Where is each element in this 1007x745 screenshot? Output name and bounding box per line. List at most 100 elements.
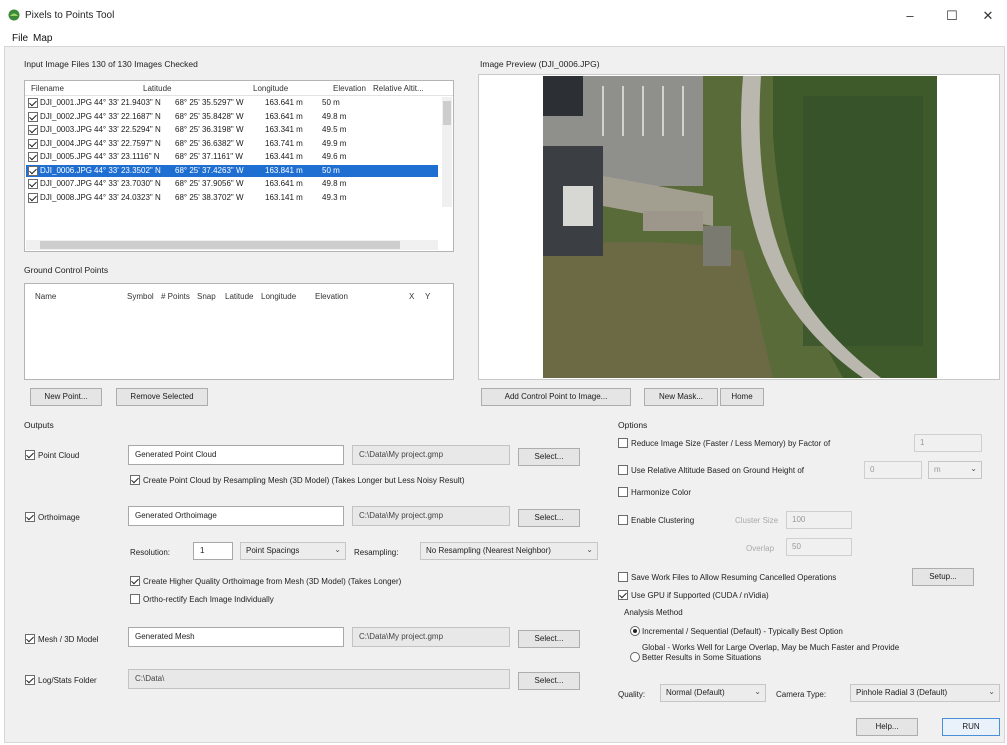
table-row[interactable]: DJI_0002.JPG 44° 33' 22.1687" N 68° 25' 35… [26,111,438,123]
orthoimage-label: Orthoimage [38,513,80,522]
row-checkbox[interactable] [28,179,38,189]
cell-lat: 44° 33' 22.5294" N [94,125,161,134]
cell-file: DJI_0007.JPG [40,179,93,188]
new-point-button[interactable]: New Point... [30,388,102,406]
row-checkbox[interactable] [28,125,38,135]
gcp-col-latitude[interactable]: Latitude [225,292,253,301]
row-checkbox[interactable] [28,192,38,203]
harmonize-color-label: Harmonize Color [631,488,692,497]
col-filename[interactable]: Filename [31,84,64,93]
row-checkbox[interactable] [28,111,38,122]
table-row[interactable]: DJI_0005.JPG 44° 33' 23.1116" N 68° 25' 37… [26,151,438,163]
use-gpu-checkbox[interactable] [618,590,628,600]
table-row[interactable]: DJI_0004.JPG 44° 33' 22.7597" N 68° 25' 36… [26,138,438,150]
minimize-button[interactable]: – [898,6,922,26]
maximize-button[interactable]: ☐ [940,6,964,26]
outputs-label: Outputs [24,420,54,430]
ground-height-input[interactable]: 0 [864,461,922,479]
point-cloud-name-field[interactable]: Generated Point Cloud [128,445,344,465]
options-label: Options [618,420,648,430]
log-folder-checkbox[interactable] [25,675,35,685]
col-latitude[interactable]: Latitude [143,84,171,93]
gcp-col-snap[interactable]: Snap [197,292,216,301]
gcp-col-elevation[interactable]: Elevation [315,292,348,301]
menu-bar [0,30,1007,46]
gcp-col-symbol[interactable]: Symbol [127,292,154,301]
spacing-value: Point Spacings [246,546,300,555]
cell-rel: 49.8 m [322,111,347,121]
table-row[interactable]: DJI_0001.JPG 44° 33' 21.9403" N 68° 25' 35… [26,97,438,109]
setup-button[interactable]: Setup... [912,568,974,586]
cell-lat: 44° 33' 21.9403" N [94,98,161,107]
help-button[interactable]: Help... [856,718,918,736]
mesh-name-field[interactable]: Generated Mesh [128,627,344,647]
cell-rel: 50 m [322,165,340,175]
global-radio[interactable] [630,652,640,662]
point-cloud-select-button[interactable]: Select... [518,448,580,466]
gcp-col-y[interactable]: Y [425,292,430,301]
table-row[interactable]: DJI_0006.JPG 44° 33' 23.3502" N 68° 25' 37… [26,164,438,177]
incremental-radio[interactable] [630,626,640,636]
cell-elev: 163.641 m [265,179,303,188]
cell-rel: 49.5 m [322,125,347,134]
cluster-size-input[interactable]: 100 [786,511,852,529]
cell-file: DJI_0004.JPG [40,138,93,148]
gcp-table[interactable]: Name Symbol # Points Snap Latitude Longi… [24,283,454,380]
orthoimage-checkbox[interactable] [25,512,35,522]
table-row[interactable]: DJI_0008.JPG 44° 33' 24.0323" N 68° 25' 38… [26,192,438,204]
enable-clustering-checkbox[interactable] [618,515,628,525]
home-button[interactable]: Home [720,388,764,406]
spacing-select[interactable]: Point Spacings ⌄ [240,542,346,560]
row-checkbox[interactable] [28,152,38,162]
gcp-col-name[interactable]: Name [35,292,56,301]
relative-altitude-checkbox[interactable] [618,465,628,475]
log-folder-select-button[interactable]: Select... [518,672,580,690]
table-row[interactable]: DJI_0003.JPG 44° 33' 22.5294" N 68° 25' 36… [26,124,438,136]
orthoimage-name-field[interactable]: Generated Orthoimage [128,506,344,526]
camera-type-select[interactable]: Pinhole Radial 3 (Default) ⌄ [850,684,1000,702]
reduce-factor-input[interactable]: 1 [914,434,982,452]
mesh-path-field: C:\Data\My project.gmp [352,627,510,647]
resolution-input[interactable]: 1 [193,542,233,560]
ground-height-unit-select[interactable]: m ⌄ [928,461,982,479]
ortho-each-checkbox[interactable] [130,594,140,604]
cell-lat: 44° 33' 22.1687" N [94,111,161,121]
resample-mesh-checkbox[interactable] [130,475,140,485]
cell-file: DJI_0006.JPG [40,165,93,175]
orthoimage-select-button[interactable]: Select... [518,509,580,527]
gcp-col-points[interactable]: # Points [161,292,190,301]
table-row[interactable]: DJI_0007.JPG 44° 33' 23.7030" N 68° 25' 37… [26,178,438,190]
col-elevation[interactable]: Elevation [333,84,366,93]
mesh-checkbox[interactable] [25,634,35,644]
add-control-point-button[interactable]: Add Control Point to Image... [481,388,631,406]
gcp-col-longitude[interactable]: Longitude [261,292,296,301]
row-checkbox[interactable] [28,98,38,108]
col-relative-altitude[interactable]: Relative Altit... [373,84,424,93]
close-button[interactable]: ✕ [976,6,1000,26]
row-checkbox[interactable] [28,165,38,176]
mesh-select-button[interactable]: Select... [518,630,580,648]
input-files-table[interactable]: Filename Latitude Longitude Elevation Re… [24,80,454,252]
reduce-size-checkbox[interactable] [618,438,628,448]
new-mask-button[interactable]: New Mask... [644,388,718,406]
hq-orthoimage-checkbox[interactable] [130,576,140,586]
menu-file[interactable]: File [12,33,28,44]
input-files-vscrollbar[interactable] [442,97,452,207]
app-logo-icon [8,9,20,21]
quality-select[interactable]: Normal (Default) ⌄ [660,684,766,702]
point-cloud-checkbox[interactable] [25,450,35,460]
gcp-col-x[interactable]: X [409,292,414,301]
run-button[interactable]: RUN [942,718,1000,736]
input-files-hscrollbar[interactable] [26,240,438,250]
row-checkbox[interactable] [28,138,38,149]
harmonize-color-checkbox[interactable] [618,487,628,497]
cell-lat: 44° 33' 24.0323" N [94,192,161,202]
menu-map[interactable]: Map [33,33,52,44]
resampling-select[interactable]: No Resampling (Nearest Neighbor) ⌄ [420,542,598,560]
remove-selected-button[interactable]: Remove Selected [116,388,208,406]
cluster-overlap-input[interactable]: 50 [786,538,852,556]
col-longitude[interactable]: Longitude [253,84,288,93]
cell-elev: 163.141 m [265,192,303,202]
aerial-preview-image[interactable] [543,76,937,378]
save-work-files-checkbox[interactable] [618,572,628,582]
